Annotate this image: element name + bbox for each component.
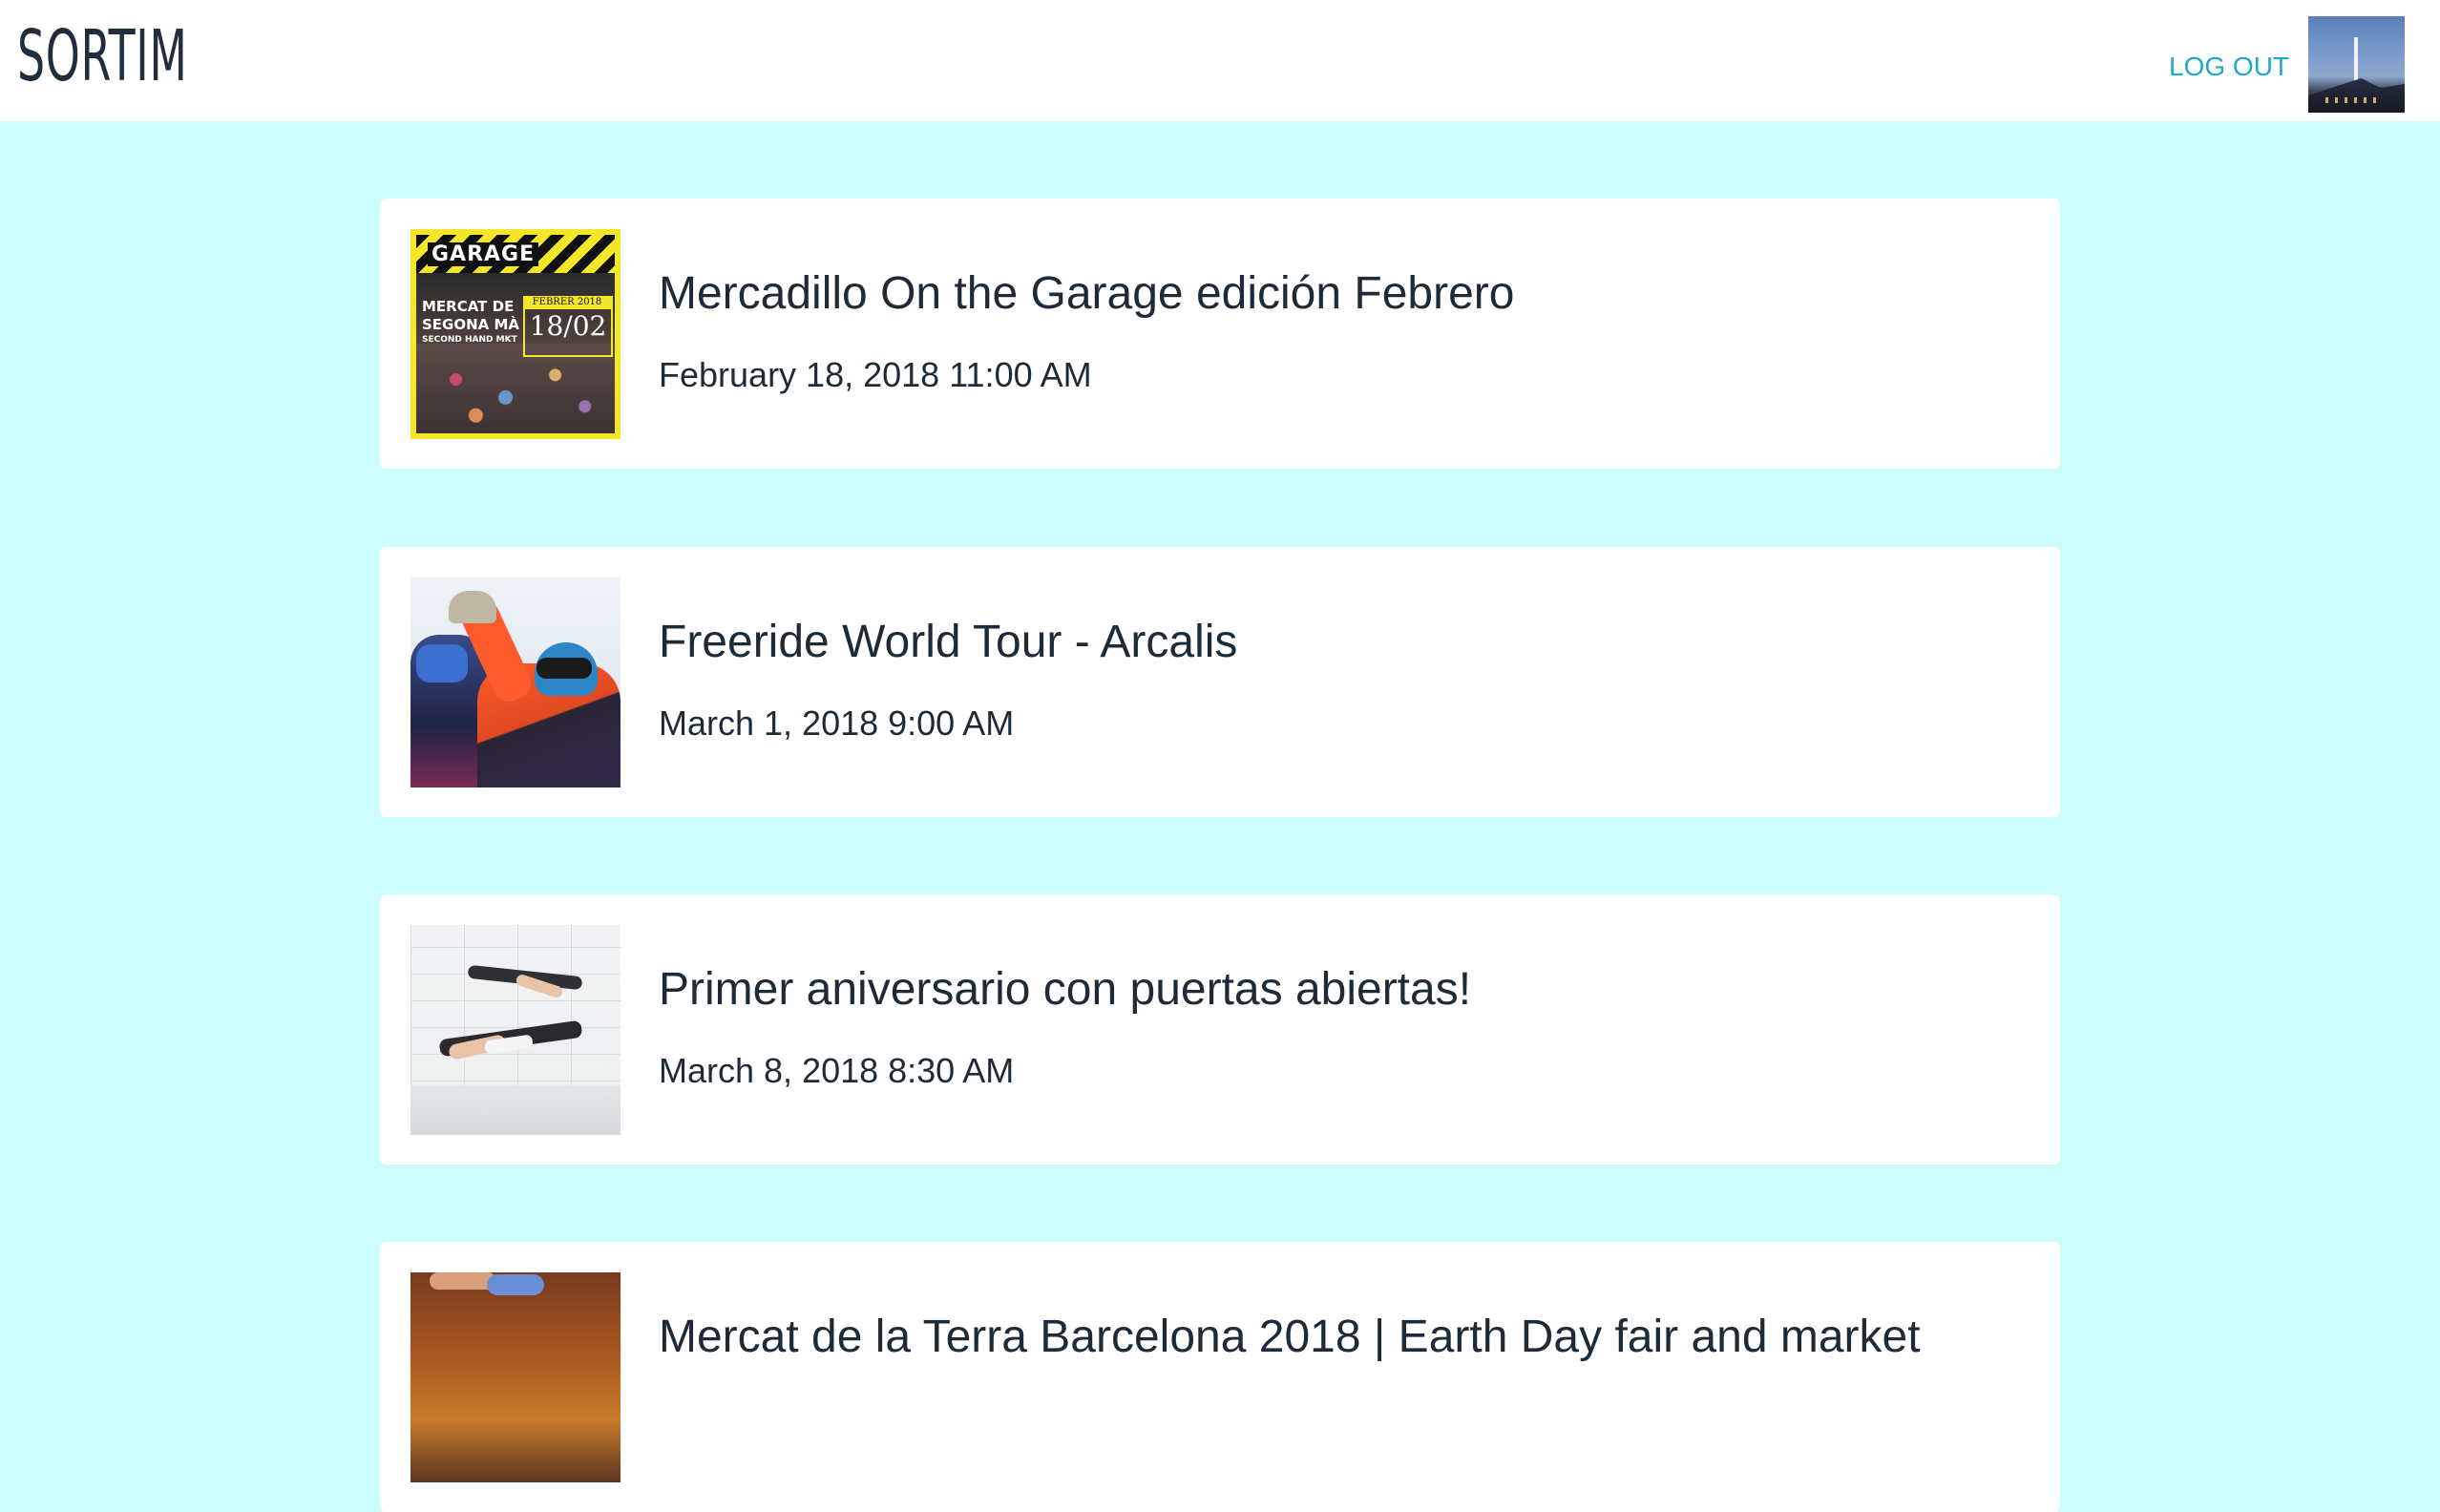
event-thumbnail[interactable] <box>410 925 621 1135</box>
photo-floor <box>410 1085 621 1135</box>
avatar-tower-shape <box>2354 37 2358 83</box>
event-card[interactable]: Mercat de la Terra Barcelona 2018 | Eart… <box>380 1242 2060 1512</box>
avatar-lights-shape <box>2325 97 2383 103</box>
event-date: February 18, 2018 11:00 AM <box>659 355 1092 394</box>
avatar-mountain-shape <box>2308 78 2405 113</box>
event-date: March 1, 2018 9:00 AM <box>659 704 1015 743</box>
app-logo[interactable]: SORTIM <box>17 21 188 92</box>
event-card[interactable]: Primer aniversario con puertas abiertas!… <box>380 894 2060 1165</box>
event-thumbnail[interactable] <box>410 578 621 788</box>
poster-line-2: SEGONA MÀ <box>422 316 520 333</box>
top-bar: SORTIM LOG OUT <box>0 0 2440 121</box>
user-avatar[interactable] <box>2308 16 2405 113</box>
photo-goggles-left <box>416 644 468 682</box>
poster-line-3: SECOND HAND MKT <box>422 335 517 345</box>
event-thumbnail[interactable] <box>410 1272 621 1482</box>
event-card[interactable]: Freeride World Tour - Arcalis March 1, 2… <box>380 547 2060 817</box>
poster-day: 18/02 <box>529 310 607 342</box>
poster-tag: FEBRER 2018 <box>523 296 611 309</box>
poster-crowd <box>416 344 615 433</box>
event-title[interactable]: Mercadillo On the Garage edición Febrero <box>659 265 1514 323</box>
photo-glove <box>487 1274 544 1295</box>
event-thumbnail[interactable]: GARAGE MERCAT DE SEGONA MÀ SECOND HAND M… <box>410 229 621 439</box>
poster-brand: GARAGE <box>428 242 539 266</box>
event-title[interactable]: Primer aniversario con puertas abiertas! <box>659 961 1471 1018</box>
event-title[interactable]: Freeride World Tour - Arcalis <box>659 614 1237 671</box>
photo-goggles-right <box>536 658 592 679</box>
event-date: March 8, 2018 8:30 AM <box>659 1051 1015 1090</box>
event-title[interactable]: Mercat de la Terra Barcelona 2018 | Eart… <box>659 1309 1921 1366</box>
logout-button[interactable]: LOG OUT <box>2169 48 2289 86</box>
poster-datebox: FEBRER 2018 18/02 <box>523 296 613 357</box>
poster-line-1: MERCAT DE <box>422 298 515 315</box>
photo-hat <box>449 591 496 623</box>
poster-text: MERCAT DE SEGONA MÀ SECOND HAND MKT <box>422 298 519 346</box>
event-card[interactable]: GARAGE MERCAT DE SEGONA MÀ SECOND HAND M… <box>380 199 2060 469</box>
